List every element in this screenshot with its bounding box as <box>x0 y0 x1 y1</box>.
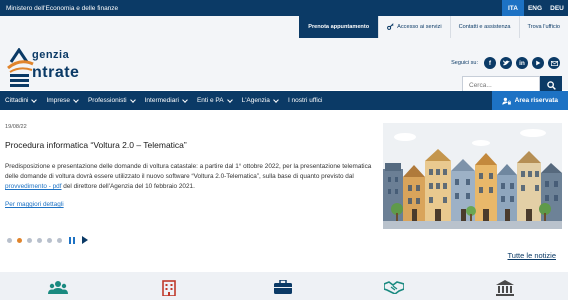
ministry-bar: Ministero dell'Economia e delle finanze … <box>0 0 568 16</box>
chevron-down-icon <box>73 96 79 103</box>
pause-icon[interactable] <box>69 236 75 244</box>
nav-enti-pa[interactable]: Enti e PA <box>192 91 237 110</box>
book-appointment-button[interactable]: Prenota appuntamento <box>299 16 379 38</box>
services-access-link[interactable]: Accesso ai servizi <box>378 16 449 38</box>
carousel-dot[interactable] <box>57 237 62 243</box>
category-strip <box>0 272 568 300</box>
institution-icon[interactable] <box>496 280 514 296</box>
news-carousel: 19/08/22 Procedura informatica “Voltura … <box>0 110 568 270</box>
user-lock-icon <box>502 97 511 105</box>
linkedin-icon[interactable]: in <box>516 57 528 69</box>
news-date: 19/08/22 <box>5 124 27 130</box>
building-icon[interactable] <box>162 280 176 296</box>
chevron-down-icon <box>129 96 136 103</box>
social-label: Seguici su: <box>451 60 478 66</box>
nav-intermediari[interactable]: Intermediari <box>140 91 192 110</box>
more-details-link[interactable]: Per maggiori dettagli <box>5 201 64 208</box>
nav-label: L'Agenzia <box>241 97 270 104</box>
language-switcher: ITA ENG DEU <box>502 0 568 16</box>
nav-label: I nostri uffici <box>287 97 323 104</box>
nav-imprese[interactable]: Imprese <box>41 91 82 110</box>
social-links: Seguici su: f in <box>451 57 560 69</box>
news-title[interactable]: Procedura informatica “Voltura 2.0 – Tel… <box>5 140 187 150</box>
nav-label: Imprese <box>46 97 70 104</box>
reserved-area-label: Area riservata <box>514 97 558 104</box>
carousel-dot[interactable] <box>27 237 32 243</box>
nav-cittadini[interactable]: Cittadini <box>0 91 41 110</box>
news-illustration <box>383 123 562 229</box>
youtube-icon[interactable] <box>532 57 544 69</box>
twitter-icon[interactable] <box>500 57 512 69</box>
people-icon[interactable] <box>48 280 68 294</box>
logo-text-entrate: ntrate <box>32 64 80 81</box>
carousel-controls <box>7 236 88 244</box>
chevron-down-icon <box>182 96 188 103</box>
agenzia-entrate-logo[interactable]: genzia ntrate <box>6 48 106 88</box>
nav-professionisti[interactable]: Professionisti <box>83 91 140 110</box>
nav-label: Enti e PA <box>196 97 224 104</box>
reserved-area-button[interactable]: Area riservata <box>491 91 568 110</box>
briefcase-icon[interactable] <box>274 280 292 294</box>
lang-eng[interactable]: ENG <box>524 0 546 16</box>
nav-label: Cittadini <box>5 97 29 104</box>
key-icon <box>387 22 394 32</box>
news-body: Predisposizione e presentazione delle do… <box>5 162 377 192</box>
chevron-down-icon <box>31 96 38 103</box>
news-body-text: Predisposizione e presentazione delle do… <box>5 163 372 180</box>
carousel-dot[interactable] <box>7 237 12 243</box>
facebook-icon[interactable]: f <box>484 57 496 69</box>
lang-deu[interactable]: DEU <box>546 0 568 16</box>
carousel-dot[interactable] <box>47 237 52 243</box>
find-office-link[interactable]: Trova l'ufficio <box>518 16 568 38</box>
lang-ita[interactable]: ITA <box>502 0 524 16</box>
chevron-down-icon <box>226 96 233 103</box>
logo-text-agenzia: genzia <box>32 49 70 61</box>
carousel-dot-active[interactable] <box>17 237 22 243</box>
all-news-link[interactable]: Tutte le notizie <box>508 251 557 260</box>
main-nav: Cittadini Imprese Professionisti Interme… <box>0 91 568 110</box>
carousel-dot[interactable] <box>37 237 42 243</box>
nav-nostri-uffici[interactable]: I nostri uffici <box>283 91 328 110</box>
service-links: Prenota appuntamento Accesso ai servizi … <box>299 16 568 38</box>
contacts-link[interactable]: Contatti e assistenza <box>449 16 519 38</box>
nav-label: Professionisti <box>87 97 127 104</box>
site-header: Prenota appuntamento Accesso ai servizi … <box>0 16 568 94</box>
provvedimento-link[interactable]: provvedimento - pdf <box>5 183 61 190</box>
ministry-name[interactable]: Ministero dell'Economia e delle finanze <box>0 5 118 12</box>
search-icon <box>546 80 556 90</box>
nav-agenzia[interactable]: L'Agenzia <box>237 91 283 110</box>
mail-icon[interactable] <box>548 57 560 69</box>
handshake-icon[interactable] <box>384 280 404 294</box>
chevron-down-icon <box>273 96 279 103</box>
nav-label: Intermediari <box>144 97 179 104</box>
play-icon[interactable] <box>82 236 88 244</box>
services-access-label: Accesso ai servizi <box>397 24 442 30</box>
news-body-text-end: del direttore dell'Agenzia del 10 febbra… <box>61 183 195 190</box>
